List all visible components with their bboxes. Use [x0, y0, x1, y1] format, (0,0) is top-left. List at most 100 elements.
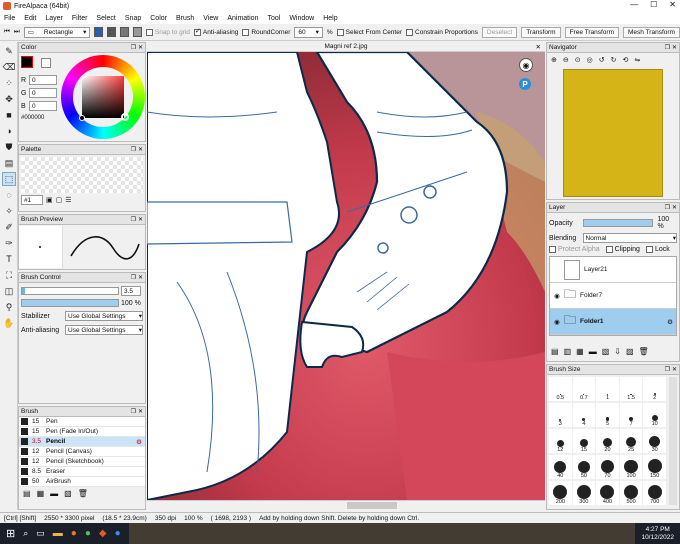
brush-size-cell[interactable]: 700: [643, 481, 667, 505]
restore-icon[interactable]: ❐: [131, 274, 136, 281]
brush-size-cell[interactable]: 1: [596, 377, 620, 401]
visibility-icon[interactable]: ◉: [550, 292, 564, 300]
search-icon[interactable]: ⌕: [23, 528, 28, 539]
r-input[interactable]: 0: [29, 75, 57, 85]
move-tool-icon[interactable]: ✥: [2, 92, 16, 106]
secondary-color-swatch[interactable]: [41, 58, 51, 68]
select-subtract-icon[interactable]: [120, 27, 129, 37]
shape-select[interactable]: ▭ Rectangle ▾: [23, 26, 91, 38]
magic-wand-icon[interactable]: ✧: [2, 204, 16, 218]
select-center-option[interactable]: Select From Center: [336, 28, 402, 36]
operation-tool-icon[interactable]: ⛶: [2, 268, 16, 282]
constrain-checkbox[interactable]: [406, 28, 414, 36]
select-center-checkbox[interactable]: [336, 28, 344, 36]
select-add-icon[interactable]: [107, 27, 117, 37]
merge-down-icon[interactable]: ⇩: [614, 347, 621, 356]
chrome-icon[interactable]: ●: [85, 528, 91, 539]
close-icon[interactable]: ✕: [138, 274, 143, 281]
trash-icon[interactable]: 🗑: [78, 489, 88, 498]
select-intersect-icon[interactable]: [133, 27, 142, 37]
fill-rect-icon[interactable]: ■: [2, 108, 16, 122]
visibility-icon[interactable]: ◉: [550, 318, 564, 326]
brush-item[interactable]: 15 Pen: [19, 417, 145, 427]
text-tool-icon[interactable]: T: [2, 252, 16, 266]
hue-handle[interactable]: [121, 113, 129, 121]
close-icon[interactable]: ✕: [138, 146, 143, 153]
mesh-transform-button[interactable]: Mesh Transform: [623, 26, 680, 38]
brush-size-cell[interactable]: 5: [596, 403, 620, 427]
brush-size-cell[interactable]: 7: [619, 403, 644, 427]
restore-icon[interactable]: ❐: [131, 146, 136, 153]
close-icon[interactable]: ✕: [138, 216, 143, 223]
clock[interactable]: 4:27 PM 10/12/2022: [641, 526, 674, 542]
zoom-100-icon[interactable]: ◎: [587, 56, 593, 64]
brush-size-cell[interactable]: 200: [549, 481, 573, 505]
menu-color[interactable]: Color: [150, 15, 167, 22]
clipping-checkbox[interactable]: [605, 246, 613, 253]
brush-size-cell[interactable]: 0.7: [572, 377, 597, 401]
stabilizer-select[interactable]: Use Global Settings ▾: [65, 311, 143, 321]
palette-remove-icon[interactable]: ▢: [56, 196, 63, 204]
brush-item-selected[interactable]: 3.5 Pencil ⚙: [19, 437, 145, 447]
close-icon[interactable]: ✕: [138, 408, 143, 415]
blending-select[interactable]: Normal ▾: [582, 233, 677, 243]
brush-size-cell[interactable]: 70: [596, 455, 620, 479]
trash-icon[interactable]: 🗑: [639, 347, 649, 356]
size-input[interactable]: 3.5: [121, 286, 141, 296]
round-corner-option[interactable]: RoundCorner: [242, 28, 290, 36]
saturation-value-square[interactable]: [82, 76, 124, 118]
layer-row[interactable]: ◉ 🗀 Folder7: [550, 283, 676, 309]
import-icon[interactable]: ▧: [64, 489, 72, 498]
deselect-button[interactable]: Deselect: [481, 26, 518, 38]
menu-select[interactable]: Select: [96, 15, 115, 22]
document-tab[interactable]: Magni ref 2.jpg ✕: [147, 42, 545, 52]
brush-tool-icon[interactable]: ✎: [2, 44, 16, 58]
copy-brush-icon[interactable]: ▦: [37, 489, 45, 498]
constrain-option[interactable]: Constrain Proportions: [406, 28, 478, 36]
folder-icon[interactable]: ▬: [50, 489, 58, 498]
hand-tool-icon[interactable]: ✋: [2, 316, 16, 330]
maximize-button[interactable]: ☐: [650, 0, 657, 9]
brush-size-cell[interactable]: 1.5: [619, 377, 644, 401]
brush-item[interactable]: 50 AirBrush: [19, 477, 145, 487]
brush-size-cell[interactable]: 400: [596, 481, 620, 505]
pinterest-icon[interactable]: P: [519, 78, 531, 90]
protect-alpha-checkbox[interactable]: [549, 246, 556, 253]
brush-size-cell[interactable]: 12: [549, 429, 573, 453]
size-scrollbar[interactable]: [669, 377, 677, 505]
brush-antialias-select[interactable]: Use Global Settings ▾: [65, 325, 143, 335]
bucket-tool-icon[interactable]: ⛊: [2, 140, 16, 154]
menu-animation[interactable]: Animation: [227, 15, 258, 22]
layer-row-selected[interactable]: ◉ 🗀 Folder1 ⚙: [550, 309, 676, 335]
palette-grid[interactable]: [21, 157, 143, 193]
menu-help[interactable]: Help: [323, 15, 337, 22]
drawing-canvas[interactable]: ◉ P: [147, 52, 545, 500]
menu-edit[interactable]: Edit: [24, 15, 36, 22]
new-layer-8bit-icon[interactable]: ▥: [564, 347, 572, 356]
minimize-button[interactable]: —: [630, 0, 638, 9]
b-input[interactable]: 0: [29, 101, 57, 111]
restore-icon[interactable]: ❐: [665, 44, 670, 51]
brush-size-cell[interactable]: 50: [572, 455, 597, 479]
eyedropper-icon[interactable]: ⚲: [2, 300, 16, 314]
anti-aliasing-option[interactable]: Anti-aliasing: [193, 27, 238, 36]
menu-filter[interactable]: Filter: [72, 15, 88, 22]
next-icon[interactable]: ⏭: [14, 28, 20, 36]
color-picker-handle[interactable]: [79, 115, 85, 121]
free-transform-button[interactable]: Free Transform: [564, 26, 619, 38]
opacity-slider[interactable]: [21, 299, 119, 307]
primary-color-swatch[interactable]: [21, 56, 33, 68]
scroll-thumb[interactable]: [347, 502, 397, 509]
snap-checkbox[interactable]: [145, 28, 153, 36]
brush-size-cell[interactable]: 4: [572, 403, 597, 427]
restore-icon[interactable]: ❐: [131, 44, 136, 51]
duplicate-layer-icon[interactable]: ▧: [602, 347, 610, 356]
gradient-tool-icon[interactable]: ▤: [2, 156, 16, 170]
round-corner-value[interactable]: 60 ▾: [294, 26, 323, 38]
layer-opacity-slider[interactable]: [582, 219, 654, 227]
menu-layer[interactable]: Layer: [45, 15, 63, 22]
restore-icon[interactable]: ❐: [665, 204, 670, 211]
brush-size-cell[interactable]: 40: [549, 455, 573, 479]
lasso-tool-icon[interactable]: ◌: [2, 188, 16, 202]
avatar-icon[interactable]: ◉: [519, 58, 533, 72]
